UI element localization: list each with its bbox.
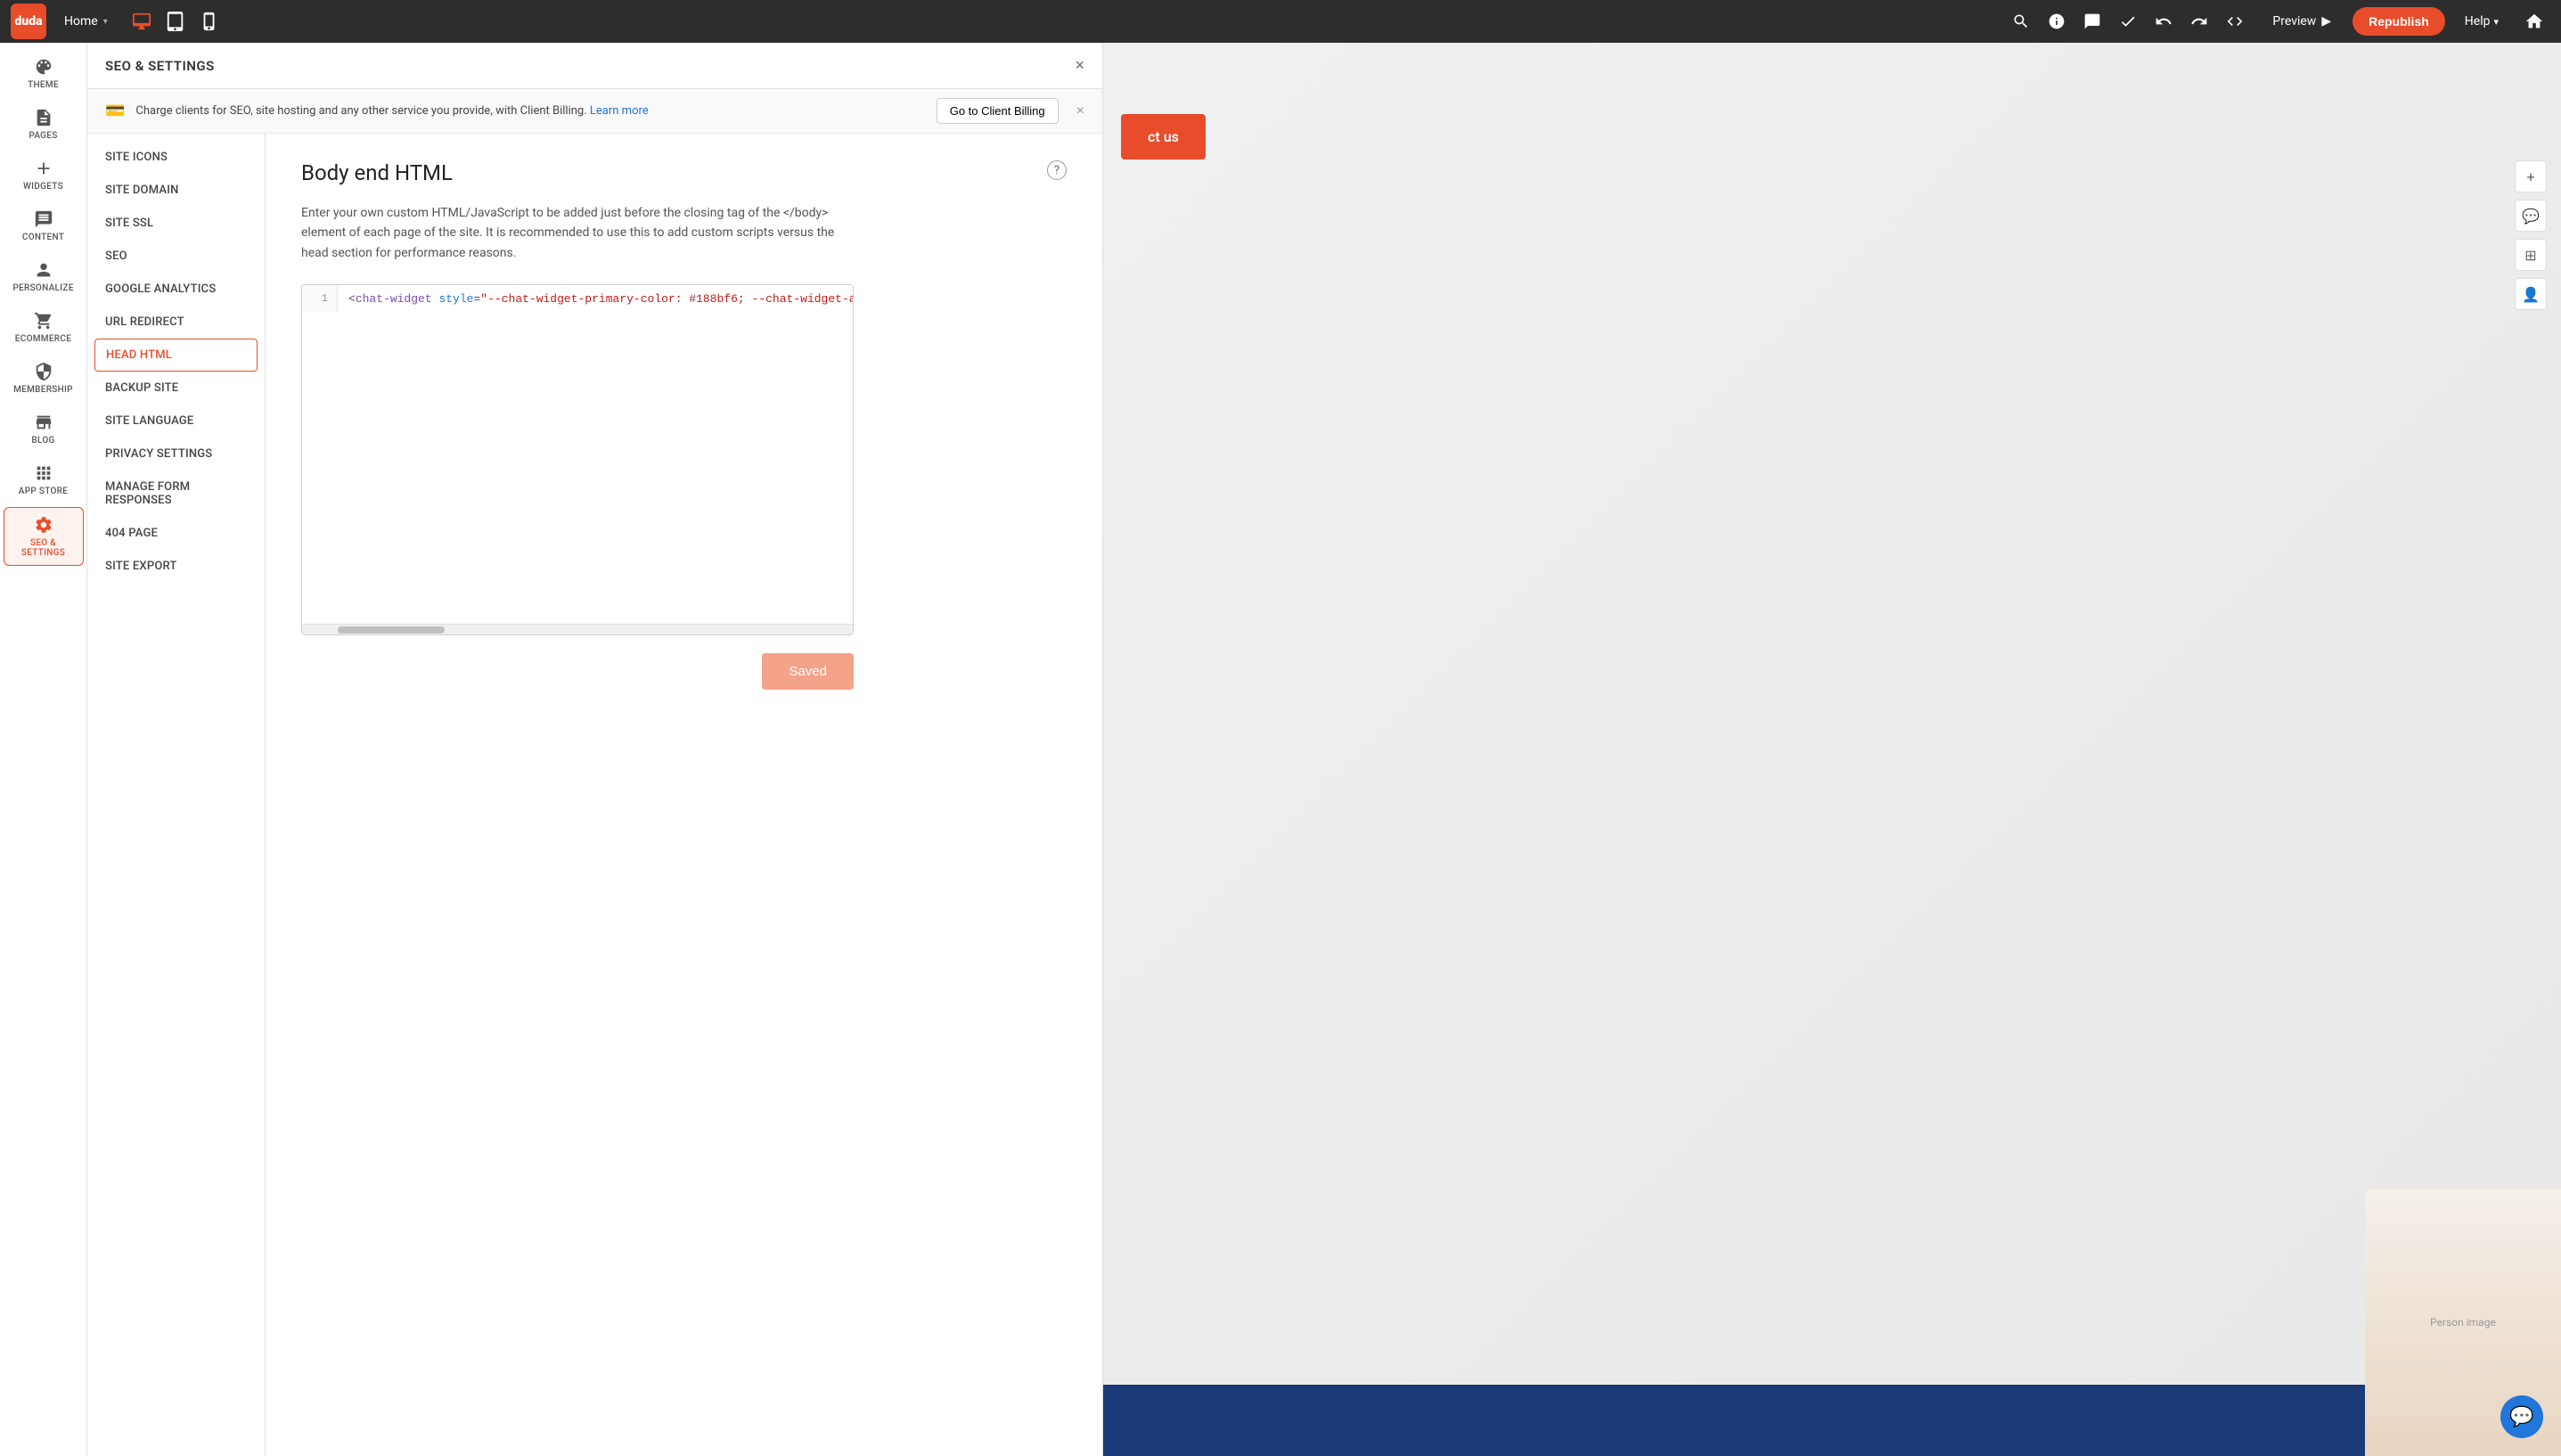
- sidebar-item-widgets[interactable]: WIDGETS: [4, 151, 84, 199]
- panel-title: SEO & SETTINGS: [105, 58, 215, 74]
- nav-item-seo[interactable]: SEO: [87, 240, 265, 273]
- website-preview: ct us Person image: [1103, 43, 2561, 1456]
- sidebar-item-app-store[interactable]: APP STORE: [4, 456, 84, 503]
- nav-item-manage-form-responses[interactable]: MANAGE FORM RESPONSES: [87, 470, 265, 517]
- horizontal-scrollbar[interactable]: [302, 624, 853, 634]
- nav-item-privacy-settings[interactable]: PRIVACY SETTINGS: [87, 438, 265, 470]
- check-icon[interactable]: [2112, 5, 2144, 37]
- desktop-icon[interactable]: [126, 5, 158, 37]
- content-title: Body end HTML: [301, 160, 453, 185]
- go-to-billing-button[interactable]: Go to Client Billing: [937, 98, 1059, 124]
- sidebar-item-seo-settings[interactable]: SEO & SETTINGS: [4, 507, 84, 566]
- topbar-actions: [2005, 5, 2251, 37]
- help-button[interactable]: Help ▾: [2456, 9, 2508, 34]
- float-comment-button[interactable]: 💬: [2515, 200, 2547, 232]
- chevron-down-icon: ▾: [2493, 16, 2499, 28]
- home-icon[interactable]: [2518, 5, 2550, 37]
- float-layers-button[interactable]: ⊞: [2515, 239, 2547, 271]
- nav-item-site-icons[interactable]: SITE ICONS: [87, 141, 265, 174]
- right-floating-actions: + 💬 ⊞ 👤: [2515, 160, 2547, 310]
- nav-item-url-redirect[interactable]: URL REDIRECT: [87, 306, 265, 339]
- sidebar-item-personalize-label: PERSONALIZE: [12, 283, 73, 293]
- redo-icon[interactable]: [2183, 5, 2215, 37]
- line-number: 1: [302, 285, 338, 312]
- nav-item-backup-site[interactable]: BACKUP SITE: [87, 372, 265, 405]
- sidebar-item-membership-label: MEMBERSHIP: [13, 385, 73, 395]
- mobile-icon[interactable]: [193, 5, 225, 37]
- sidebar-item-ecommerce-label: ECOMMERCE: [15, 334, 71, 344]
- info-icon[interactable]: [2041, 5, 2073, 37]
- sidebar-item-pages[interactable]: PAGES: [4, 101, 84, 148]
- sidebar-item-ecommerce[interactable]: ECOMMERCE: [4, 304, 84, 351]
- sidebar-item-pages-label: PAGES: [29, 131, 57, 141]
- content-area: Body end HTML ? Enter your own custom HT…: [266, 134, 1102, 1456]
- code-editor[interactable]: 1 <chat-widget style="--chat-widget-prim…: [301, 284, 854, 635]
- comment-icon[interactable]: [2076, 5, 2108, 37]
- nav-sidebar: SITE ICONS SITE DOMAIN SITE SSL SEO GOOG…: [87, 134, 266, 1456]
- main-area: SEO & SETTINGS × 💳 Charge clients for SE…: [87, 43, 2561, 1456]
- float-add-button[interactable]: +: [2515, 160, 2547, 192]
- code-tag-name: chat-widget: [356, 292, 432, 306]
- topbar: duda Home ▾: [0, 0, 2561, 43]
- page-selector[interactable]: Home ▾: [57, 11, 115, 32]
- learn-more-link[interactable]: Learn more: [590, 104, 649, 118]
- nav-item-site-language[interactable]: SITE LANGUAGE: [87, 405, 265, 438]
- nav-item-site-domain[interactable]: SITE DOMAIN: [87, 174, 265, 207]
- search-icon[interactable]: [2005, 5, 2037, 37]
- banner-close-button[interactable]: ×: [1076, 103, 1084, 119]
- play-icon: ▶: [2321, 14, 2331, 29]
- billing-icon: 💳: [105, 102, 125, 120]
- sidebar-item-membership[interactable]: MEMBERSHIP: [4, 355, 84, 402]
- panel-close-button[interactable]: ×: [1075, 56, 1084, 75]
- current-page: Home: [64, 14, 98, 29]
- info-banner: 💳 Charge clients for SEO, site hosting a…: [87, 89, 1102, 134]
- help-question-icon[interactable]: ?: [1047, 160, 1067, 180]
- content-description: Enter your own custom HTML/JavaScript to…: [301, 203, 854, 263]
- chevron-down-icon: ▾: [103, 17, 108, 27]
- republish-button[interactable]: Republish: [2352, 7, 2445, 36]
- nav-item-404-page[interactable]: 404 PAGE: [87, 517, 265, 550]
- float-person-button[interactable]: 👤: [2515, 278, 2547, 310]
- sidebar-item-seo-settings-label: SEO & SETTINGS: [8, 538, 79, 558]
- logo[interactable]: duda: [11, 4, 46, 39]
- nav-item-head-html[interactable]: HEAD HTML: [94, 339, 258, 372]
- sidebar-item-blog[interactable]: BLOG: [4, 405, 84, 453]
- code-punct-open: <: [348, 292, 356, 306]
- code-icon[interactable]: [2219, 5, 2251, 37]
- sidebar-item-theme-label: THEME: [28, 80, 59, 90]
- sidebar-item-content[interactable]: CONTENT: [4, 202, 84, 249]
- nav-item-google-analytics[interactable]: GOOGLE ANALYTICS: [87, 273, 265, 306]
- preview-blue-section: [1103, 1385, 2365, 1456]
- preview-contact-button: ct us: [1121, 114, 1206, 160]
- undo-icon[interactable]: [2148, 5, 2180, 37]
- save-button[interactable]: Saved: [762, 653, 854, 690]
- banner-text: Charge clients for SEO, site hosting and…: [135, 104, 925, 118]
- sidebar-item-widgets-label: WIDGETS: [23, 182, 63, 192]
- settings-panel: SEO & SETTINGS × 💳 Charge clients for SE…: [87, 43, 1103, 1456]
- code-content: <chat-widget style="--chat-widget-primar…: [338, 285, 853, 313]
- preview-label: Preview: [2272, 14, 2316, 29]
- left-sidebar: THEME PAGES WIDGETS CONTENT PERSONALIZE …: [0, 43, 87, 1456]
- chat-widget[interactable]: 💬: [2500, 1395, 2543, 1438]
- sidebar-item-content-label: CONTENT: [22, 233, 64, 242]
- sidebar-item-app-store-label: APP STORE: [19, 487, 68, 496]
- tablet-icon[interactable]: [160, 5, 192, 37]
- content-header: Body end HTML ?: [301, 160, 1067, 185]
- code-attr-value: "--chat-widget-primary-color: #188bf6; -…: [480, 292, 853, 306]
- nav-item-site-export[interactable]: SITE EXPORT: [87, 550, 265, 583]
- logo-text: duda: [14, 14, 42, 29]
- sidebar-item-theme[interactable]: THEME: [4, 50, 84, 97]
- code-attr-style: style: [438, 292, 473, 306]
- nav-item-site-ssl[interactable]: SITE SSL: [87, 207, 265, 240]
- device-icons: [126, 5, 225, 37]
- panel-header: SEO & SETTINGS ×: [87, 43, 1102, 89]
- scrollbar-thumb[interactable]: [338, 626, 445, 634]
- panel-body: SITE ICONS SITE DOMAIN SITE SSL SEO GOOG…: [87, 134, 1102, 1456]
- sidebar-item-blog-label: BLOG: [31, 436, 54, 446]
- preview-button[interactable]: Preview ▶: [2262, 9, 2342, 34]
- help-label: Help: [2465, 14, 2491, 29]
- code-line-1: 1 <chat-widget style="--chat-widget-prim…: [302, 285, 853, 315]
- code-editor-body[interactable]: 1 <chat-widget style="--chat-widget-prim…: [302, 285, 853, 624]
- sidebar-item-personalize[interactable]: PERSONALIZE: [4, 253, 84, 300]
